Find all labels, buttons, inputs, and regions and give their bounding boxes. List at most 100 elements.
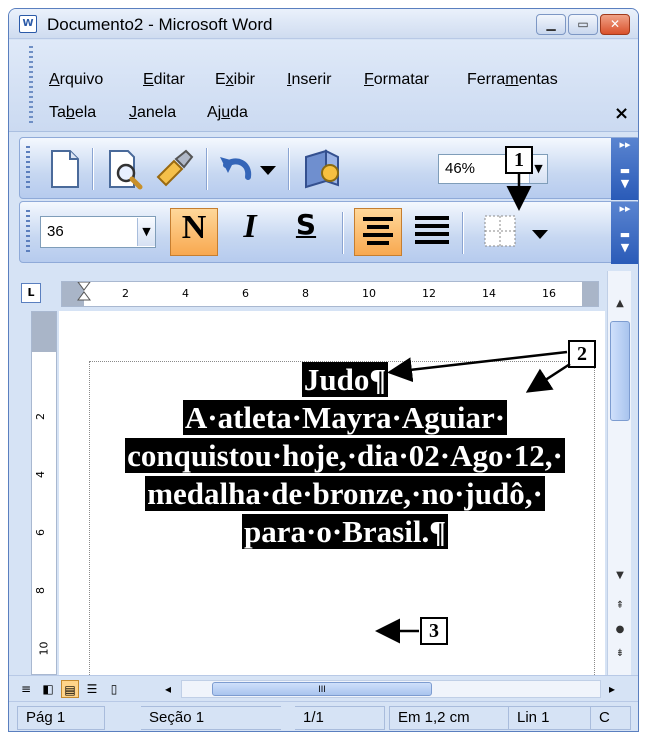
scroll-up-icon[interactable]: ▲ <box>611 295 629 313</box>
outline-view-icon[interactable]: ☰ <box>83 680 101 698</box>
scroll-left-icon[interactable]: ◂ <box>159 680 177 698</box>
menu-item[interactable]: Arquivo <box>49 71 103 89</box>
status-column: C <box>591 706 631 730</box>
research-icon[interactable] <box>300 147 344 191</box>
tab-selector-icon[interactable]: L <box>21 283 41 303</box>
menu-item[interactable]: Ajuda <box>207 104 248 122</box>
menu-item[interactable]: Tabela <box>49 104 96 122</box>
previous-page-icon[interactable]: ⇞ <box>611 597 629 615</box>
menu-item-label-part: anela <box>137 104 177 121</box>
maximize-button[interactable]: ▭ <box>568 14 598 35</box>
minimize-button[interactable]: ▁ <box>536 14 566 35</box>
menu-item-accelerator: E <box>143 71 154 88</box>
menu-item[interactable]: Janela <box>129 104 176 122</box>
document-text[interactable]: Judo¶ A·atleta·Mayra·Aguiar· conquistou·… <box>95 361 595 551</box>
undo-dropdown-icon[interactable] <box>256 147 280 191</box>
vertical-scroll-thumb[interactable] <box>610 321 630 421</box>
title-bar: W Documento2 - Microsoft Word ▁ ▭ ✕ <box>9 9 638 39</box>
justify-button[interactable] <box>408 208 456 256</box>
doc-line: conquistou·hoje,·dia·02·Ago·12,· <box>125 438 565 473</box>
close-document-icon[interactable]: × <box>614 103 629 124</box>
status-pages: 1/1 <box>295 706 385 730</box>
font-size-input[interactable]: 36 ▼ <box>40 216 156 248</box>
menu-item-accelerator: J <box>129 104 137 121</box>
next-page-icon[interactable]: ⇟ <box>611 645 629 663</box>
ruler-tick-label: 10 <box>362 287 376 300</box>
toolbar-separator <box>288 148 290 190</box>
toolbar-options-button[interactable]: ▸▸ ▬ ▼ <box>611 202 638 264</box>
menu-item-label-part: Ferra <box>467 71 506 88</box>
vertical-ruler-margin <box>32 312 56 352</box>
new-document-icon[interactable] <box>42 147 86 191</box>
menu-item[interactable]: Formatar <box>364 71 429 89</box>
print-layout-icon[interactable]: ▤ <box>61 680 79 698</box>
font-size-dropdown-icon[interactable]: ▼ <box>137 218 155 246</box>
close-button[interactable]: ✕ <box>600 14 630 35</box>
ruler-tick-label: 6 <box>242 287 249 300</box>
print-preview-icon[interactable] <box>102 147 146 191</box>
menu-item-label-part: nserir <box>291 71 332 88</box>
menu-item[interactable]: Exibir <box>215 71 255 89</box>
undo-icon[interactable] <box>214 147 258 191</box>
horizontal-ruler[interactable]: 2 4 6 8 10 12 14 16 <box>61 281 599 307</box>
menu-item-accelerator: m <box>505 71 519 88</box>
menu-item[interactable]: Ferramentas <box>467 71 558 89</box>
underline-button[interactable]: S <box>282 208 330 256</box>
ruler-tick-label: 8 <box>34 587 47 594</box>
scroll-right-icon[interactable]: ▸ <box>603 680 621 698</box>
horizontal-scrollbar[interactable]: III <box>181 680 601 698</box>
ruler-tick-label: 16 <box>542 287 556 300</box>
borders-dropdown-icon[interactable] <box>528 211 552 255</box>
menu-item-label-part: da <box>230 104 248 121</box>
toolbar-separator <box>92 148 94 190</box>
menu-item[interactable]: Editar <box>143 71 185 89</box>
toolbar-grip[interactable] <box>26 210 30 254</box>
word-app-icon[interactable]: W <box>19 15 37 33</box>
menu-item-label-part: ibir <box>233 71 256 88</box>
ruler-tick-label: 2 <box>122 287 129 300</box>
vertical-ruler[interactable]: 2 4 6 8 10 <box>31 311 57 675</box>
menu-item-label-part: E <box>215 71 226 88</box>
status-line: Lin 1 <box>509 706 591 730</box>
toolbar-separator <box>342 212 344 254</box>
select-browse-object-icon[interactable]: ● <box>611 621 629 639</box>
doc-line: A·atleta·Mayra·Aguiar· <box>182 400 508 435</box>
format-painter-icon[interactable] <box>152 147 196 191</box>
toolbar-options-button[interactable]: ▸▸ ▬ ▼ <box>611 138 638 200</box>
callout-1: 1 <box>505 146 533 174</box>
horizontal-scroll-thumb[interactable]: III <box>212 682 432 696</box>
menu-item-label-part: ormatar <box>373 71 429 88</box>
menu-item[interactable]: Inserir <box>287 71 331 89</box>
scroll-down-icon[interactable]: ▼ <box>611 567 629 585</box>
vertical-scrollbar[interactable]: ▲ ▼ ⇞ ● ⇟ <box>607 271 631 675</box>
normal-view-icon[interactable]: ≡ <box>17 680 35 698</box>
toolbar-separator <box>206 148 208 190</box>
document-page[interactable]: Judo¶ A·atleta·Mayra·Aguiar· conquistou·… <box>59 311 605 675</box>
menu-item-label-part: rquivo <box>59 71 104 88</box>
callout-3: 3 <box>420 617 448 645</box>
toolbar-grip[interactable] <box>26 146 30 190</box>
callout-2: 2 <box>568 340 596 368</box>
status-page: Pág 1 <box>17 706 105 730</box>
doc-line: medalha·de·bronze,·no·judô,· <box>145 476 545 511</box>
italic-button[interactable]: I <box>226 208 274 256</box>
menu-item-accelerator: A <box>49 71 60 88</box>
reading-layout-icon[interactable]: ▯ <box>105 680 123 698</box>
ruler-row: L 2 4 6 8 10 12 14 16 <box>9 271 638 311</box>
ruler-tick-label: 2 <box>34 413 47 420</box>
justify-icon <box>415 216 449 244</box>
status-position: Em 1,2 cm <box>389 706 509 730</box>
ruler-right-margin <box>582 282 598 306</box>
web-layout-icon[interactable]: ◧ <box>39 680 57 698</box>
menu-item-label-part: ela <box>74 104 97 121</box>
bold-button[interactable]: N <box>170 208 218 256</box>
indent-marker-icon[interactable] <box>76 282 92 308</box>
standard-toolbar: 46% ▼ ▸▸ ▬ ▼ <box>19 137 638 200</box>
align-center-button[interactable] <box>354 208 402 256</box>
menu-grip[interactable] <box>29 46 33 126</box>
view-bar: ≡ ◧ ▤ ☰ ▯ ◂ III ▸ <box>9 675 638 701</box>
toolbar-separator <box>462 212 464 254</box>
borders-button[interactable] <box>476 208 524 256</box>
ruler-tick-label: 6 <box>34 529 47 536</box>
menu-item-label-part: Aj <box>207 104 222 121</box>
